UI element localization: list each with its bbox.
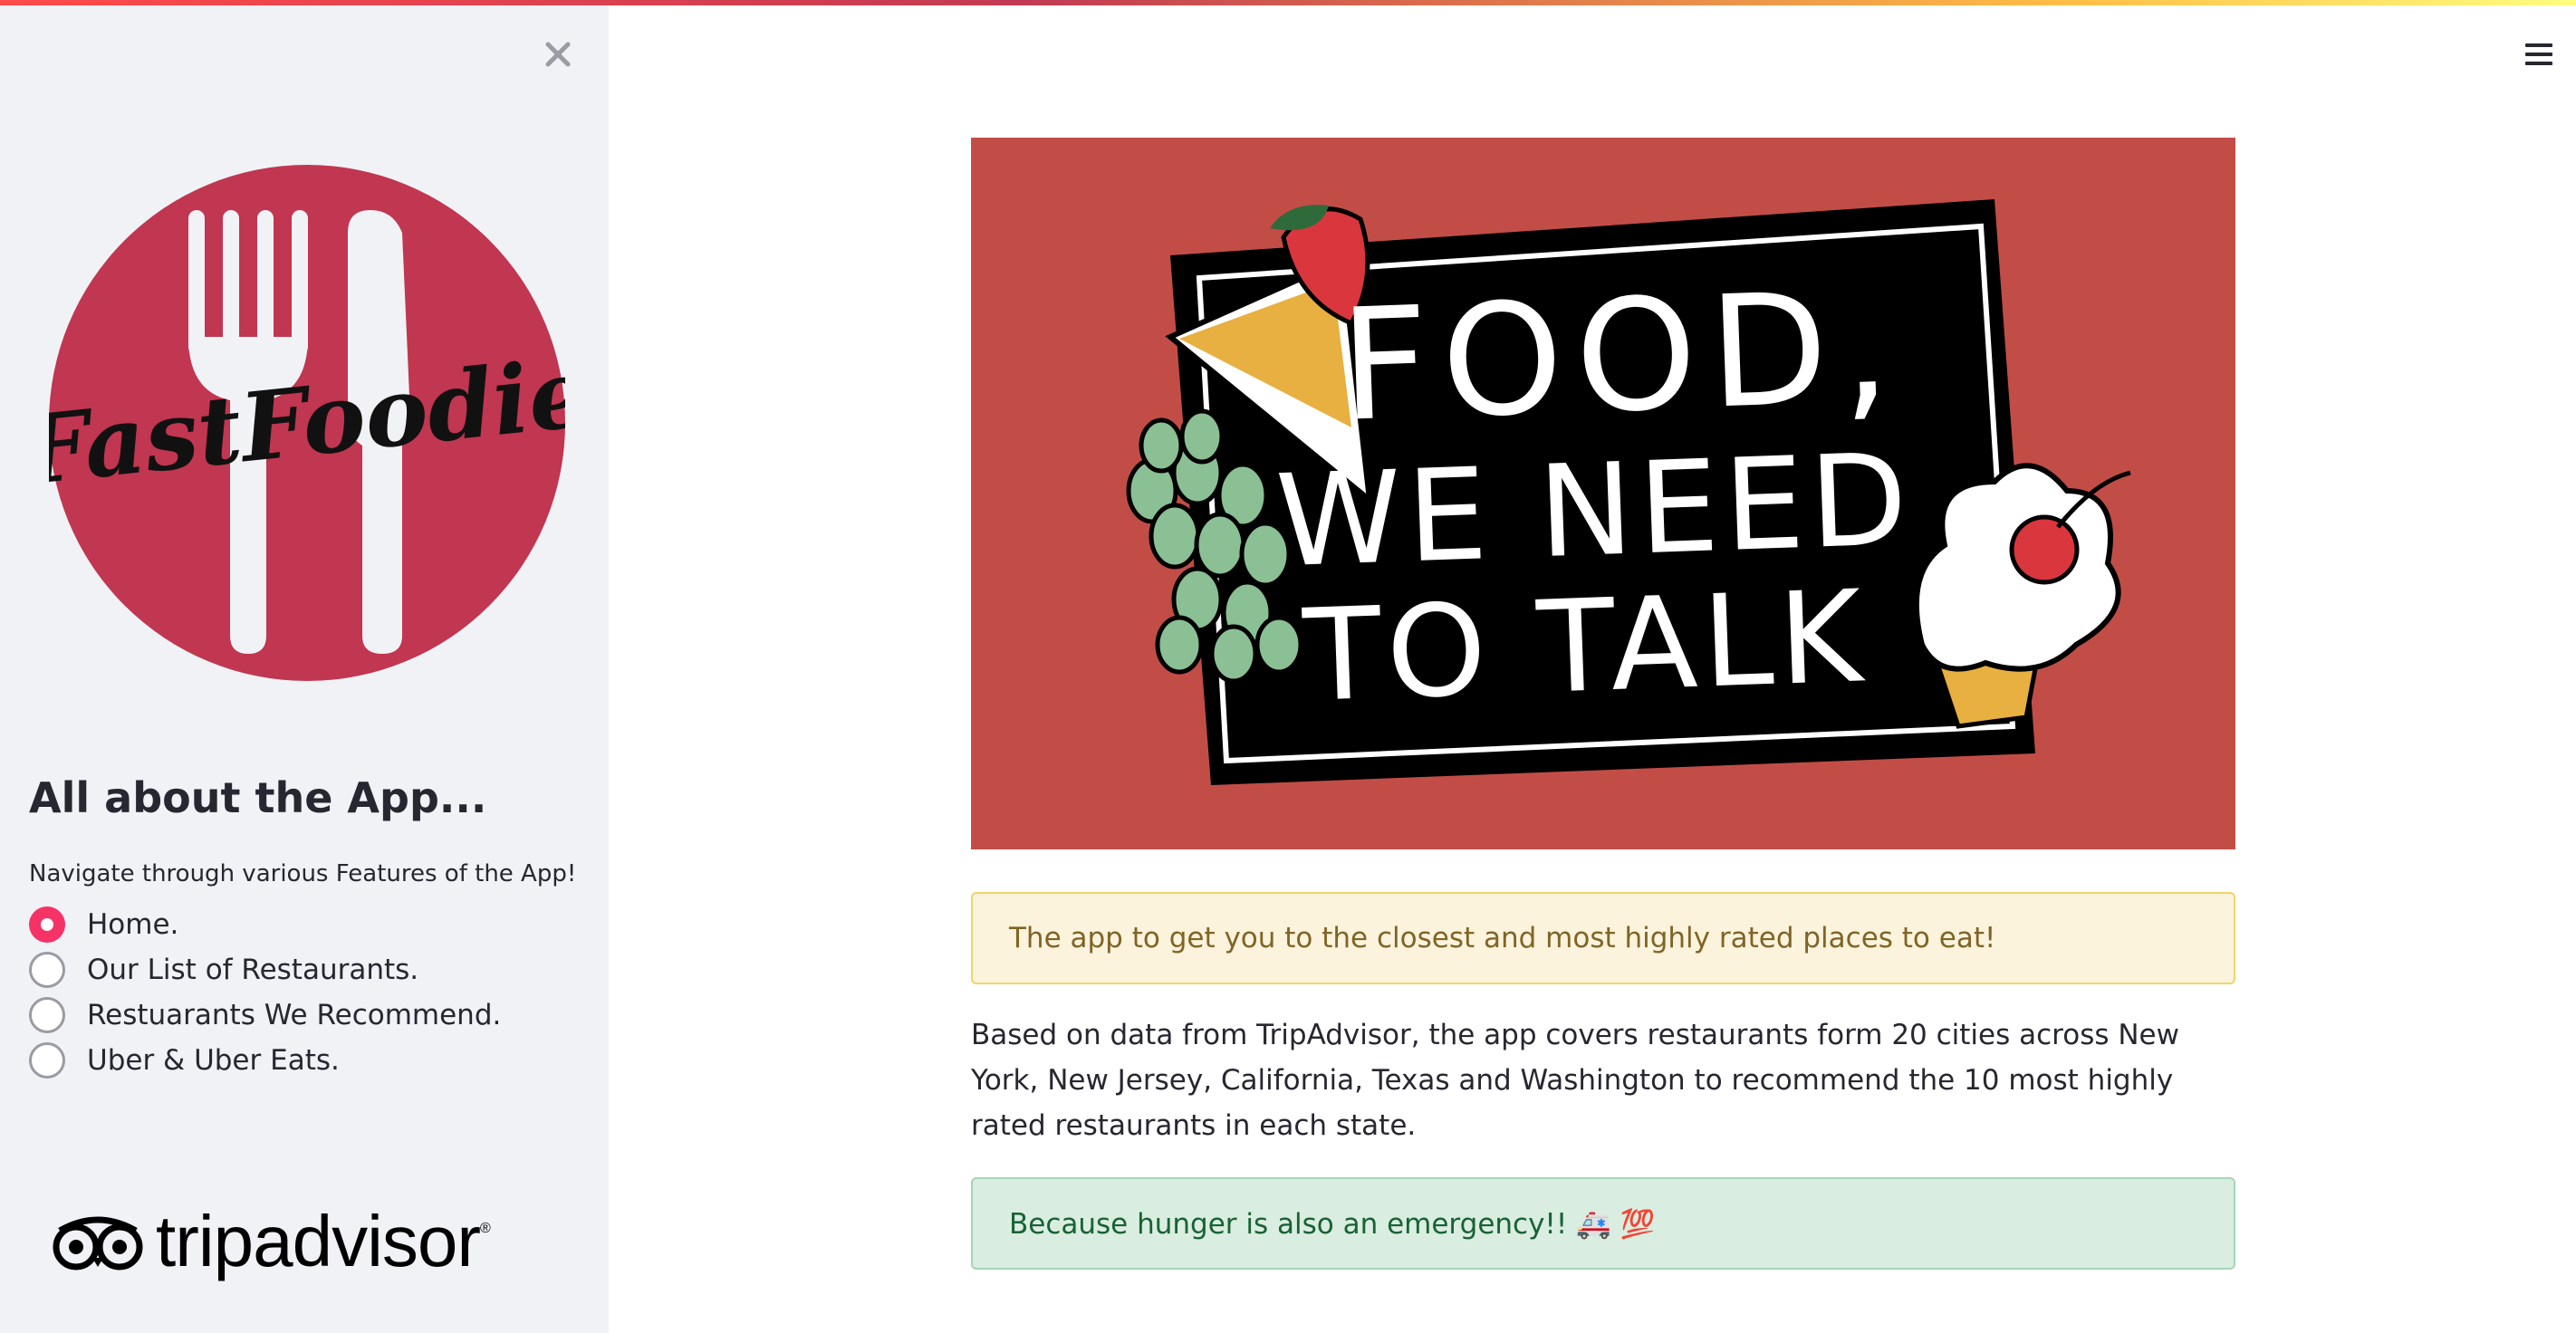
close-icon [545,42,571,67]
tagline-text: The app to get you to the closest and mo… [1009,922,1996,954]
main-menu-button[interactable] [2525,36,2558,72]
radio-unchecked-icon [29,952,65,988]
sidebar: FastFoodie All about the App... Navigate… [0,5,609,1333]
nav-option-uber[interactable]: Uber & Uber Eats. [29,1038,501,1083]
nav-option-label: Home. [87,908,179,941]
nav-option-label: Restuarants We Recommend. [87,999,502,1031]
hamburger-icon [2525,43,2552,47]
nav-option-label: Our List of Restaurants. [87,954,419,986]
nav-option-label: Uber & Uber Eats. [87,1044,340,1077]
tagline-alert: The app to get you to the closest and mo… [971,892,2235,984]
radio-checked-icon [29,906,65,943]
nav-option-home[interactable]: Home. [29,902,501,947]
tripadvisor-wordmark: tripadvisor [156,1201,481,1281]
banner-line-1: FOOD, [1338,257,1906,456]
banner-line-3: TO TALK [1300,563,1870,731]
owl-eyes-icon [53,1216,143,1271]
tripadvisor-logo: tripadvisor ® [51,1201,491,1282]
registered-mark: ® [480,1221,491,1236]
sidebar-caption: Navigate through various Features of the… [29,860,577,887]
emergency-text: Because hunger is also an emergency!! 🚑 … [1009,1207,1656,1241]
nav-option-restaurant-list[interactable]: Our List of Restaurants. [29,947,501,993]
app-logo: FastFoodie [14,165,594,681]
nav-option-recommended[interactable]: Restuarants We Recommend. [29,993,501,1038]
navigation-radio-group: Home. Our List of Restaurants. Restuaran… [29,902,501,1083]
app-description: Based on data from TripAdvisor, the app … [971,1019,2179,1142]
close-sidebar-button[interactable] [536,33,580,76]
emergency-alert: Because hunger is also an emergency!! 🚑 … [971,1177,2235,1270]
radio-unchecked-icon [29,997,65,1033]
sidebar-heading: All about the App... [29,773,487,822]
hero-banner-image: FOOD, WE NEED TO TALK [971,138,2235,849]
radio-unchecked-icon [29,1042,65,1079]
